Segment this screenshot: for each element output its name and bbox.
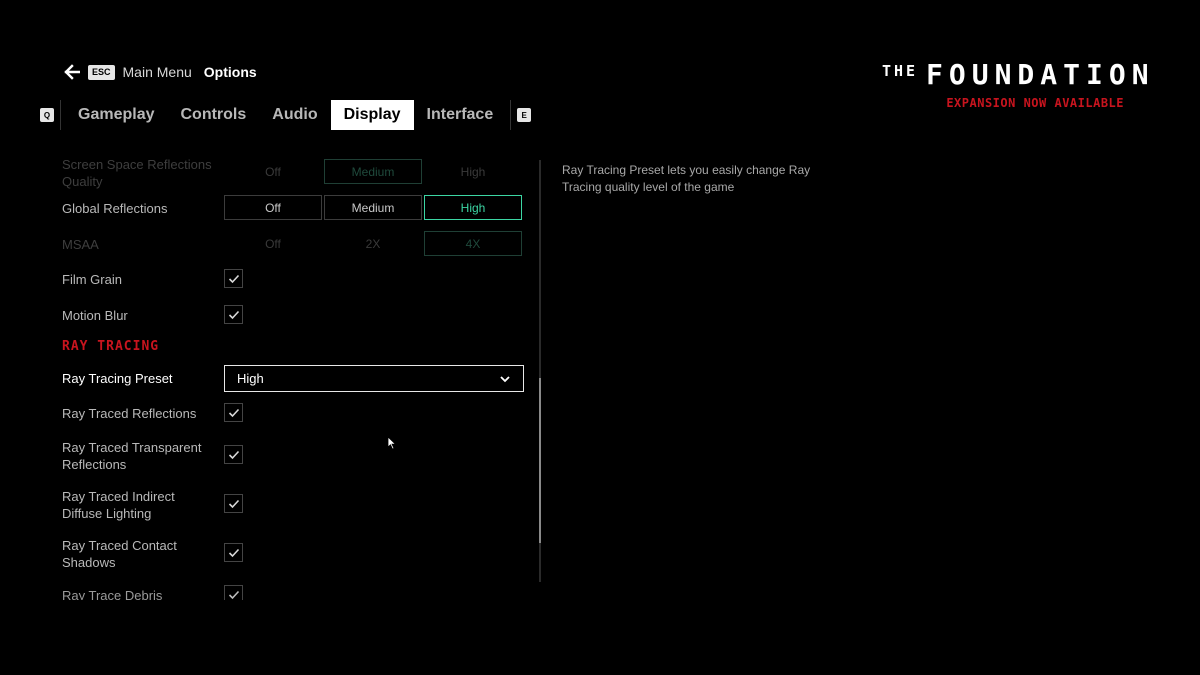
tab-next-key[interactable]: E <box>515 100 533 130</box>
logo-tagline: EXPANSION NOW AVAILABLE <box>946 96 1124 110</box>
setting-motion-blur[interactable]: Motion Blur <box>62 304 532 326</box>
scrollbar-thumb[interactable] <box>539 378 541 543</box>
dropdown-value: High <box>237 371 264 386</box>
setting-msaa[interactable]: MSAA Off 2X 4X <box>62 231 532 257</box>
setting-label: Ray Trace Debris <box>62 588 163 600</box>
setting-rt-reflections[interactable]: Ray Traced Reflections <box>62 402 532 424</box>
option-group: Off Medium High <box>224 159 522 184</box>
rt-contact-shadows-checkbox[interactable] <box>224 543 243 562</box>
checkmark-icon <box>228 450 239 459</box>
e-key-icon: E <box>517 108 532 122</box>
checkmark-icon <box>228 310 239 319</box>
setting-ray-tracing-preset[interactable]: Ray Tracing Preset High <box>62 365 532 392</box>
tab-divider <box>60 100 61 130</box>
breadcrumb-main-menu[interactable]: Main Menu <box>123 64 192 80</box>
tab-prev-key[interactable]: Q <box>38 100 56 130</box>
rt-indirect-diffuse-checkbox[interactable] <box>224 494 243 513</box>
option-medium[interactable]: Medium <box>324 159 422 184</box>
setting-label: Global Reflections <box>62 201 168 216</box>
setting-rt-transparent-reflections[interactable]: Ray Traced Transparent Reflections <box>62 438 532 474</box>
setting-ssr-quality[interactable]: Screen Space Reflections Quality Off Med… <box>62 154 532 189</box>
tab-divider <box>510 100 512 130</box>
setting-description: Ray Tracing Preset lets you easily chang… <box>562 163 811 194</box>
tab-bar: Q Gameplay Controls Audio Display Interf… <box>38 100 533 130</box>
checkmark-icon <box>228 590 239 599</box>
setting-rt-debris[interactable]: Ray Trace Debris <box>62 584 532 600</box>
checkmark-icon <box>228 548 239 557</box>
option-4x[interactable]: 4X <box>424 231 522 256</box>
ray-tracing-preset-dropdown[interactable]: High <box>224 365 524 392</box>
option-2x[interactable]: 2X <box>324 231 422 256</box>
setting-film-grain[interactable]: Film Grain <box>62 268 532 290</box>
rt-debris-checkbox[interactable] <box>224 585 243 600</box>
motion-blur-checkbox[interactable] <box>224 305 243 324</box>
option-group: Off 2X 4X <box>224 231 522 256</box>
setting-label: Ray Tracing Preset <box>62 371 173 386</box>
setting-label: Ray Traced Transparent Reflections <box>62 440 202 472</box>
tab-gameplay[interactable]: Gameplay <box>65 100 167 130</box>
breadcrumb-current: Options <box>203 64 257 80</box>
setting-global-reflections[interactable]: Global Reflections Off Medium High <box>62 195 532 221</box>
tab-audio[interactable]: Audio <box>259 100 330 130</box>
tab-controls[interactable]: Controls <box>167 100 259 130</box>
setting-label: Film Grain <box>62 272 122 287</box>
setting-label: Ray Traced Reflections <box>62 406 197 421</box>
option-high[interactable]: High <box>424 159 522 184</box>
section-title-ray-tracing: RAY TRACING <box>62 339 160 354</box>
option-off[interactable]: Off <box>224 195 322 220</box>
setting-label: Ray Traced Indirect Diffuse Lighting <box>62 489 175 521</box>
setting-rt-contact-shadows[interactable]: Ray Traced Contact Shadows <box>62 536 532 572</box>
back-button[interactable] <box>64 64 80 80</box>
setting-rt-indirect-diffuse[interactable]: Ray Traced Indirect Diffuse Lighting <box>62 487 532 523</box>
setting-label: Motion Blur <box>62 308 128 323</box>
chevron-down-icon <box>500 375 510 382</box>
setting-label: Screen Space Reflections Quality <box>62 157 212 189</box>
settings-list: Screen Space Reflections Quality Off Med… <box>0 150 540 600</box>
option-medium[interactable]: Medium <box>324 195 422 220</box>
mouse-cursor-icon <box>387 436 397 450</box>
arrow-left-icon <box>64 64 80 80</box>
option-group: Off Medium High <box>224 195 522 220</box>
checkmark-icon <box>228 408 239 417</box>
expansion-logo[interactable]: THE FOUNDATION EXPANSION NOW AVAILABLE <box>882 58 1149 118</box>
logo-name: FOUNDATION <box>926 58 1155 91</box>
option-off[interactable]: Off <box>224 159 322 184</box>
option-off[interactable]: Off <box>224 231 322 256</box>
rt-reflections-checkbox[interactable] <box>224 403 243 422</box>
logo-the: THE <box>882 62 919 80</box>
tab-interface[interactable]: Interface <box>414 100 507 130</box>
breadcrumb: ESC Main Menu Options <box>64 62 257 82</box>
setting-label: Ray Traced Contact Shadows <box>62 538 177 570</box>
film-grain-checkbox[interactable] <box>224 269 243 288</box>
esc-key-hint: ESC <box>88 64 115 80</box>
checkmark-icon <box>228 499 239 508</box>
q-key-icon: Q <box>40 108 54 122</box>
checkmark-icon <box>228 274 239 283</box>
rt-transparent-reflections-checkbox[interactable] <box>224 445 243 464</box>
option-high[interactable]: High <box>424 195 522 220</box>
tab-display[interactable]: Display <box>330 100 414 130</box>
setting-label: MSAA <box>62 237 99 252</box>
